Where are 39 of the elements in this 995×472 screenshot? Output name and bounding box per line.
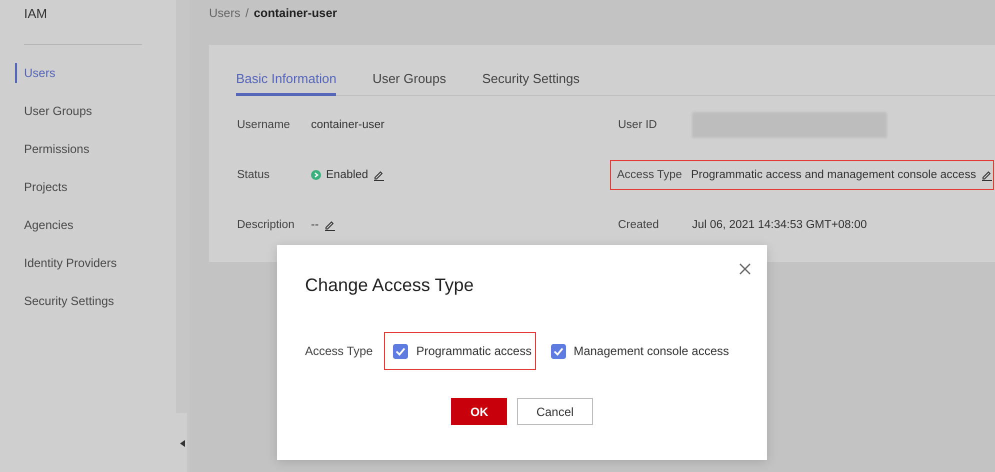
field-label: Status <box>237 169 271 181</box>
tab[interactable]: User Groups <box>372 65 446 96</box>
field-label: Description <box>237 219 296 231</box>
sidebar-item[interactable]: Identity Providers <box>15 253 176 273</box>
caret-icon <box>180 440 185 446</box>
ok-button[interactable]: OK <box>451 398 508 425</box>
breadcrumb-current: container-user <box>254 6 338 20</box>
field-value: container-user <box>311 119 385 131</box>
field-value: Enabled <box>326 169 368 181</box>
field-value: -- <box>311 219 319 231</box>
edit-icon[interactable] <box>981 169 994 181</box>
sidebar-title: IAM <box>23 5 48 23</box>
field-label: Username <box>237 119 292 131</box>
sidebar-item[interactable]: User Groups <box>15 101 176 121</box>
dialog-title: Change Access Type <box>305 275 475 296</box>
status-icon <box>311 170 321 180</box>
breadcrumb-separator: / <box>245 6 249 20</box>
checkbox[interactable] <box>550 344 566 358</box>
checkbox-label[interactable]: Programmatic access <box>416 344 532 358</box>
field-value: Programmatic access and management console access <box>691 169 976 181</box>
sidebar-item[interactable]: Users <box>15 63 176 83</box>
edit-icon[interactable] <box>373 169 386 181</box>
field-label: Access Type <box>617 169 683 181</box>
field-label: Access Type <box>305 344 374 358</box>
field-value: Jul 06, 2021 14:34:53 GMT+08:00 <box>692 219 867 231</box>
tab[interactable]: Basic Information <box>236 65 336 96</box>
sidebar-item[interactable]: Agencies <box>15 215 176 235</box>
field-label: Created <box>618 219 660 231</box>
checkbox[interactable] <box>393 344 408 358</box>
cancel-button[interactable]: Cancel <box>517 398 593 425</box>
edit-icon[interactable] <box>324 219 336 231</box>
sidebar-item[interactable]: Permissions <box>15 139 176 159</box>
close-icon[interactable] <box>739 263 751 275</box>
sidebar-item[interactable]: Projects <box>15 177 176 197</box>
field-label: User ID <box>618 119 658 131</box>
sidebar-item[interactable]: Security Settings <box>15 291 176 311</box>
tab[interactable]: Security Settings <box>482 65 580 96</box>
breadcrumb-link[interactable]: Users <box>209 6 240 20</box>
checkbox-label[interactable]: Management console access <box>574 344 729 358</box>
